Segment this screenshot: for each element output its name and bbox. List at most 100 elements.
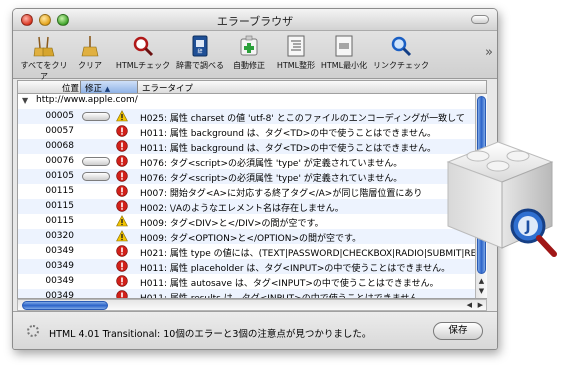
column-fix[interactable]: 修正 ▲ — [80, 81, 138, 94]
status-message: HTML 4.01 Transitional: 10個のエラーと3個の注意点が見… — [49, 329, 372, 340]
error-icon — [116, 275, 128, 287]
row-position: 00320 — [45, 231, 74, 241]
tool-label: 辞書で調べる — [176, 61, 224, 70]
toolbar-toggle-button[interactable] — [471, 15, 489, 24]
error-message: H007: 開始タグ<A>に対応する終了タグ</A>が同じ階層位置にあり — [140, 189, 423, 199]
row-position: 00057 — [45, 126, 74, 136]
error-icon — [116, 290, 128, 298]
broom-icon — [79, 35, 101, 57]
row-position: 00115 — [45, 186, 74, 196]
error-message: H076: タグ<script>の必須属性 'type' が定義されていません。 — [140, 174, 403, 184]
error-icon — [116, 140, 128, 152]
plugin-icon: J — [446, 141, 557, 257]
auto-fix-button[interactable]: 自動修正 — [229, 35, 269, 71]
row-position: 00076 — [45, 156, 74, 166]
row-position: 00349 — [45, 246, 74, 256]
error-message: H011: 属性 results は、タグ<INPUT>の中で使うことはできませ… — [140, 294, 428, 299]
first-aid-icon — [238, 35, 260, 57]
tool-label: クリア — [78, 61, 102, 70]
tool-label: HTML最小化 — [320, 61, 368, 70]
row-position: 00005 — [45, 111, 74, 121]
table-row[interactable]: 00115 H009: タグ<DIV>と</DIV>の間が空です。 — [18, 214, 476, 229]
html-format-button[interactable]: HTML整形 — [273, 35, 319, 71]
html-minimize-button[interactable]: HTML最小化 — [319, 35, 369, 71]
warning-icon — [116, 215, 128, 227]
row-position: 00349 — [45, 291, 74, 299]
error-message: H011: 属性 placeholder は、タグ<INPUT>の中で使うことは… — [140, 264, 451, 274]
format-document-icon — [285, 35, 307, 57]
row-position: 00349 — [45, 261, 74, 271]
table-row[interactable]: 00349 H011: 属性 placeholder は、タグ<INPUT>の中で… — [18, 259, 476, 274]
error-icon — [116, 260, 128, 272]
broom-set-icon — [33, 35, 55, 57]
link-check-icon — [390, 35, 412, 57]
error-message: H002: \/Aのようなエレメント名は存在しません。 — [140, 204, 344, 214]
error-icon — [116, 200, 128, 212]
toolbar-overflow-button[interactable]: » — [485, 45, 493, 60]
clear-button[interactable]: クリア — [73, 35, 107, 71]
scroll-up-arrow-icon[interactable]: ▲ — [477, 277, 486, 285]
svg-text:J: J — [524, 219, 530, 235]
dictionary-button[interactable]: 辞 辞書で調べる — [173, 35, 227, 71]
table-row[interactable]: 00005 H025: 属性 charset の値 'utf-8' とこのファイル… — [18, 109, 476, 124]
scroll-down-arrow-icon[interactable]: ▼ — [477, 287, 486, 295]
table-row[interactable]: 00115 H007: 開始タグ<A>に対応する終了タグ</A>が同じ階層位置にあ… — [18, 184, 476, 199]
error-message: H011: 属性 autosave は、タグ<INPUT>の中で使うことはできま… — [140, 279, 439, 289]
row-position: 00115 — [45, 216, 74, 226]
row-position: 00115 — [45, 201, 74, 211]
title-bar: エラーブラウザ — [13, 9, 497, 31]
error-icon — [116, 155, 128, 167]
scroll-left-arrow-icon[interactable]: ◀ — [467, 301, 472, 309]
error-message: H011: 属性 background は、タグ<TD>の中で使うことはできませ… — [140, 144, 437, 154]
error-icon — [116, 245, 128, 257]
group-row[interactable]: ▼ http://www.apple.com/ — [18, 94, 476, 109]
error-message: H021: 属性 type の値には、(TEXT|PASSWORD|CHECKB… — [140, 249, 476, 259]
row-position: 00105 — [45, 171, 74, 181]
html-check-button[interactable]: HTMLチェック — [113, 35, 173, 71]
table-row[interactable]: 00105 H076: タグ<script>の必須属性 'type' が定義されて… — [18, 169, 476, 184]
scroll-right-arrow-icon[interactable]: ▶ — [478, 301, 483, 309]
svg-text:辞: 辞 — [197, 48, 202, 55]
fix-button[interactable] — [82, 172, 110, 181]
error-message: H025: 属性 charset の値 'utf-8' とこのファイルのエンコー… — [140, 114, 465, 124]
table-row[interactable]: 00068 H011: 属性 background は、タグ<TD>の中で使うこと… — [18, 139, 476, 154]
status-bar: HTML 4.01 Transitional: 10個のエラーと3個の注意点が見… — [13, 311, 497, 349]
tool-label: すべてをクリア — [20, 61, 68, 81]
error-message: H009: タグ<DIV>と</DIV>の間が空です。 — [140, 219, 324, 229]
tool-label: HTML整形 — [276, 61, 316, 70]
horizontal-scrollbar[interactable]: ◀ ▶ — [17, 299, 487, 311]
error-message: H076: タグ<script>の必須属性 'type' が定義されていません。 — [140, 159, 403, 169]
row-position: 00068 — [45, 141, 74, 151]
link-check-button[interactable]: リンクチェック — [371, 35, 431, 71]
column-fix-label: 修正 — [85, 84, 103, 94]
row-position: 00349 — [45, 276, 74, 286]
table-row[interactable]: 00349 H011: 属性 autosave は、タグ<INPUT>の中で使うこ… — [18, 274, 476, 289]
horizontal-scroll-thumb[interactable] — [22, 301, 108, 310]
disclosure-triangle-icon[interactable]: ▼ — [22, 96, 28, 105]
table-row[interactable]: 00057 H011: 属性 background は、タグ<TD>の中で使うこと… — [18, 124, 476, 139]
table-row[interactable]: 00349 H021: 属性 type の値には、(TEXT|PASSWORD|C… — [18, 244, 476, 259]
window-title: エラーブラウザ — [216, 15, 294, 28]
error-icon — [116, 125, 128, 137]
column-error-type[interactable]: エラータイプ — [142, 82, 193, 94]
fix-button[interactable] — [82, 112, 110, 121]
error-message: H009: タグ<OPTION>と</OPTION>の間が空です。 — [140, 234, 362, 244]
table-row[interactable]: 00115 H002: \/Aのようなエレメント名は存在しません。 — [18, 199, 476, 214]
table-row[interactable]: 00320 H009: タグ<OPTION>と</OPTION>の間が空です。 — [18, 229, 476, 244]
clear-all-button[interactable]: すべてをクリア — [17, 35, 71, 82]
fix-button[interactable] — [82, 157, 110, 166]
tool-label: 自動修正 — [233, 61, 265, 70]
column-position[interactable]: 位置 — [62, 82, 79, 94]
progress-spinner-icon — [27, 325, 39, 337]
magnifier-icon — [132, 35, 154, 57]
table-row[interactable]: 00076 H076: タグ<script>の必須属性 'type' が定義されて… — [18, 154, 476, 169]
save-button[interactable]: 保存 — [433, 322, 483, 340]
toolbar: すべてをクリア クリア HTMLチェック 辞 辞書で調べる 自動修正 HTML整… — [13, 31, 497, 82]
error-browser-window: エラーブラウザ すべてをクリア クリア HTMLチェック 辞 辞書で調べる 自動… — [12, 8, 498, 350]
warning-icon — [116, 230, 128, 242]
table-row[interactable]: 00349 H011: 属性 results は、タグ<INPUT>の中で使うこと… — [18, 289, 476, 299]
tool-label: HTMLチェック — [115, 61, 171, 70]
error-message: H011: 属性 background は、タグ<TD>の中で使うことはできませ… — [140, 129, 437, 139]
dictionary-icon: 辞 — [189, 35, 211, 57]
group-url: http://www.apple.com/ — [36, 95, 138, 105]
